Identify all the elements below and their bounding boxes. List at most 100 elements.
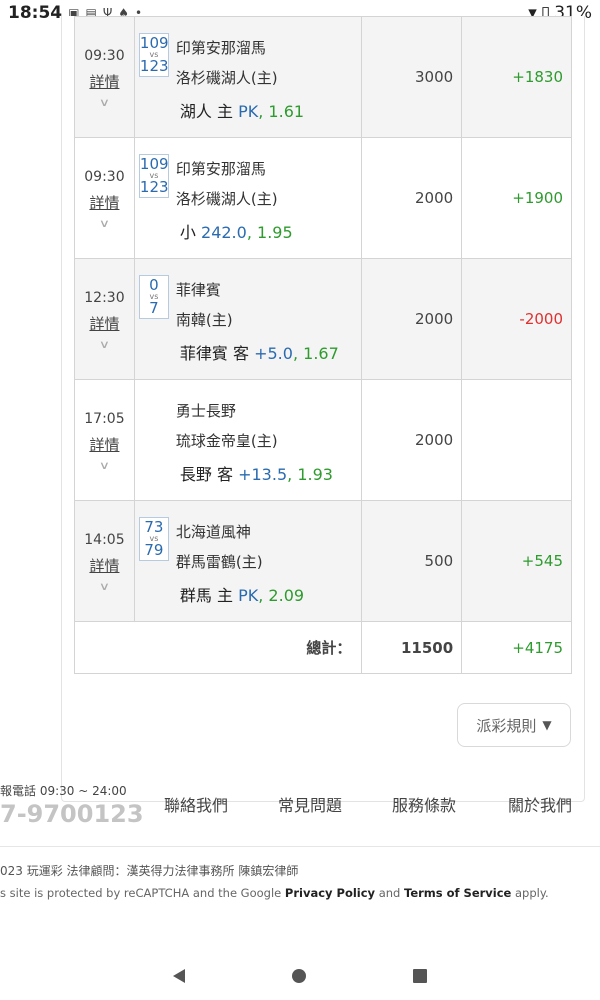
- bet-row: 09:30 詳情 ∨ 109 vs 123 印第安那溜馬 洛杉磯湖人(主): [74, 16, 572, 138]
- footer-link-terms[interactable]: 服務條款: [392, 792, 508, 816]
- bet-time: 09:30: [84, 168, 125, 185]
- team-away: 印第安那溜馬: [175, 159, 266, 178]
- score-away: 7: [149, 298, 159, 317]
- chevron-down-icon[interactable]: ∨: [63, 459, 145, 472]
- bet-row: 14:05 詳情 ∨ 73 vs 79 北海道風神 群馬雷鶴(主) 群馬 主 P…: [74, 500, 572, 622]
- score-away: 79: [144, 540, 164, 559]
- footer-links: 聯絡我們 常見問題 服務條款 關於我們: [164, 792, 572, 816]
- bet-pick: 菲律賓 客 +5.0, 1.67: [179, 343, 339, 363]
- pick-odds: 1.61: [268, 101, 305, 121]
- total-label: 總計：: [73, 621, 363, 674]
- pick-line: PK: [238, 585, 259, 605]
- bet-result: +1830: [461, 16, 572, 138]
- team-away: 菲律賓: [175, 280, 221, 299]
- triangle-down-icon: ▼: [542, 718, 552, 732]
- pick-odds: 1.95: [257, 222, 293, 242]
- bet-amount: 2000: [361, 379, 463, 501]
- pick-line: PK: [238, 101, 259, 121]
- chevron-down-icon[interactable]: ∨: [63, 96, 145, 109]
- pick-line: 242.0: [201, 222, 247, 242]
- bet-result: +1900: [461, 137, 572, 259]
- recaptcha-notice: s site is protected by reCAPTCHA and the…: [0, 886, 549, 900]
- pick-team: 長野 客: [179, 464, 233, 484]
- bet-result: +545: [461, 500, 572, 622]
- footer-divider: [0, 846, 600, 847]
- score-away: 123: [139, 177, 169, 196]
- detail-link[interactable]: 詳情: [75, 192, 134, 213]
- bet-pick: 長野 客 +13.5, 1.93: [179, 464, 333, 484]
- score-home: 109: [139, 33, 169, 52]
- pick-team: 小: [179, 222, 196, 242]
- chevron-down-icon[interactable]: ∨: [63, 580, 145, 593]
- footer-link-faq[interactable]: 常見問題: [278, 792, 392, 816]
- team-away: 印第安那溜馬: [175, 38, 266, 57]
- recaptcha-apply: apply.: [511, 886, 549, 900]
- footer-link-contact[interactable]: 聯絡我們: [164, 792, 278, 816]
- bet-row: 17:05 詳情 ∨ 勇士長野 琉球金帝皇(主) 長野 客 +13.5, 1.9…: [74, 379, 572, 501]
- pick-line: +5.0: [254, 343, 293, 363]
- bet-pick: 小 242.0, 1.95: [179, 222, 293, 242]
- bet-pick: 群馬 主 PK, 2.09: [179, 585, 305, 605]
- pick-team: 湖人 主: [179, 101, 233, 121]
- bet-amount: 500: [361, 500, 463, 622]
- chevron-down-icon[interactable]: ∨: [63, 217, 145, 230]
- bet-result: [461, 379, 572, 501]
- system-nav-bar: [0, 952, 600, 1000]
- bet-time: 14:05: [84, 531, 125, 548]
- bet-time: 17:05: [84, 410, 125, 427]
- pick-line: +13.5: [238, 464, 288, 484]
- score-home: 73: [144, 517, 164, 536]
- privacy-policy-link[interactable]: Privacy Policy: [285, 886, 375, 900]
- team-away: 勇士長野: [175, 401, 236, 420]
- detail-link[interactable]: 詳情: [75, 555, 134, 576]
- pick-odds: 2.09: [268, 585, 305, 605]
- recents-icon[interactable]: [412, 969, 427, 983]
- payout-rules-button[interactable]: 派彩規則 ▼: [457, 703, 571, 747]
- pick-odds: 1.67: [303, 343, 339, 363]
- terms-of-service-link[interactable]: Terms of Service: [404, 886, 511, 900]
- chevron-down-icon[interactable]: ∨: [63, 338, 145, 351]
- detail-link[interactable]: 詳情: [75, 434, 134, 455]
- score-box: 73 vs 79: [138, 516, 169, 561]
- total-amount: 11500: [361, 621, 463, 674]
- total-row: 總計： 11500 +4175: [73, 621, 572, 674]
- team-home: 洛杉磯湖人(主): [175, 189, 278, 208]
- bet-table: 09:30 詳情 ∨ 109 vs 123 印第安那溜馬 洛杉磯湖人(主) 湖人…: [73, 16, 572, 674]
- bet-time: 12:30: [84, 289, 125, 306]
- team-home: 琉球金帝皇(主): [175, 431, 278, 450]
- pick-team: 群馬 主: [179, 585, 233, 605]
- team-home: 群馬雷鶴(主): [175, 552, 263, 571]
- back-icon[interactable]: [173, 969, 186, 983]
- bet-row: 12:30 詳情 ∨ 0 vs 7 菲律賓 南韓(主) 菲律賓 客 +5.0, …: [74, 258, 572, 380]
- total-result: +4175: [461, 621, 572, 674]
- bet-amount: 3000: [361, 16, 463, 138]
- bet-time: 09:30: [84, 47, 125, 64]
- hotline-number[interactable]: 7-9700123: [0, 800, 144, 828]
- team-home: 南韓(主): [175, 310, 233, 329]
- recaptcha-and: and: [375, 886, 405, 900]
- bet-amount: 2000: [361, 258, 463, 380]
- score-box: 0 vs 7: [138, 274, 169, 319]
- payout-rules-label: 派彩規則: [476, 716, 537, 735]
- bet-pick: 湖人 主 PK, 1.61: [179, 101, 305, 121]
- team-home: 洛杉磯湖人(主): [175, 68, 278, 87]
- detail-link[interactable]: 詳情: [75, 313, 134, 334]
- copyright: 023 玩運彩 法律顧問：漢英得力法律事務所 陳鎮宏律師: [0, 864, 299, 878]
- bet-row: 09:30 詳情 ∨ 109 vs 123 印第安那溜馬 洛杉磯湖人(主): [74, 137, 572, 259]
- detail-link[interactable]: 詳情: [75, 71, 134, 92]
- bet-result: -2000: [461, 258, 572, 380]
- footer-link-about[interactable]: 關於我們: [508, 792, 572, 816]
- bet-amount: 2000: [361, 137, 463, 259]
- pick-team: 菲律賓 客: [179, 343, 249, 363]
- score-box: 109 vs 123: [138, 32, 169, 77]
- team-away: 北海道風神: [175, 522, 251, 541]
- score-away: 123: [139, 56, 169, 75]
- score-home: 0: [149, 275, 159, 294]
- pick-odds: 1.93: [297, 464, 333, 484]
- home-icon[interactable]: [291, 969, 306, 983]
- status-time: 18:54: [8, 3, 63, 23]
- hotline-label: 報電話 09:30 ~ 24:00: [0, 784, 127, 798]
- score-box: 109 vs 123: [138, 153, 169, 198]
- score-home: 109: [139, 154, 169, 173]
- recaptcha-text: s site is protected by reCAPTCHA and the…: [0, 886, 285, 900]
